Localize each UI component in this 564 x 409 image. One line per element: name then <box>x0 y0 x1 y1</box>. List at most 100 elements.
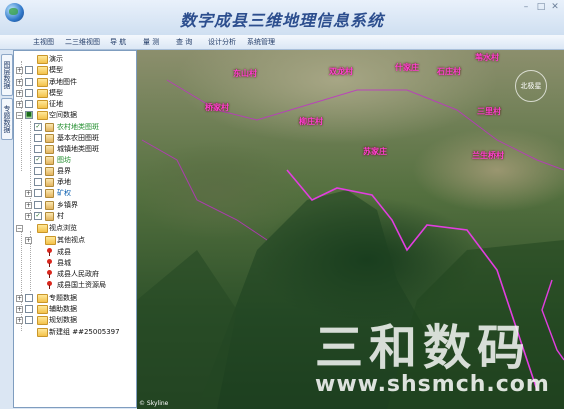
expand-icon[interactable]: + <box>16 295 23 302</box>
tree-item-label: 规划数据 <box>49 316 77 324</box>
layer-tree: 演示 + 模型 + 承地图件 + 模型 + 征地 − ■ 空间数据 ✓ 农村地类… <box>13 50 137 408</box>
layer-checkbox[interactable] <box>25 89 33 97</box>
menu-navigation[interactable]: 导 航 <box>110 37 126 47</box>
place-label: 柳庄村 <box>299 116 323 126</box>
menu-main-view[interactable]: 主视图 <box>33 37 54 47</box>
compass-label: 北极星 <box>520 82 542 90</box>
layer-checkbox[interactable]: ■ <box>25 111 33 119</box>
menu-2d3d-view[interactable]: 二三维视图 <box>65 37 100 47</box>
layer-icon <box>45 212 54 221</box>
tree-item-label: 空间数据 <box>49 111 77 119</box>
place-label: 双龙村 <box>329 66 353 76</box>
maximize-icon[interactable]: □ <box>535 2 547 12</box>
tree-item-label: 矿权 <box>57 189 71 197</box>
expand-icon[interactable]: + <box>16 317 23 324</box>
township-boundary-line <box>141 139 268 241</box>
tab-thematic-data[interactable]: 专题数据 <box>1 98 13 140</box>
viewpoint-pin-icon <box>46 281 52 289</box>
expand-icon[interactable]: + <box>16 67 23 74</box>
layer-checkbox[interactable]: ✓ <box>34 156 42 164</box>
expand-icon[interactable]: + <box>16 306 23 313</box>
expand-icon[interactable]: + <box>16 90 23 97</box>
tree-item-label: 城镇地类图斑 <box>57 145 99 153</box>
menu-bar: 主视图 二三维视图 导 航 量 测 查 询 设计分析 系统管理 <box>0 35 564 50</box>
layer-icon <box>45 134 54 143</box>
tree-item-label: 乡镇界 <box>57 201 78 209</box>
expand-icon[interactable]: + <box>25 213 32 220</box>
expand-icon[interactable]: + <box>16 101 23 108</box>
app-title: 数字成县三维地理信息系统 <box>179 11 384 30</box>
expand-icon[interactable]: + <box>25 237 32 244</box>
tree-item-label: 成县 <box>57 248 71 256</box>
layer-checkbox[interactable]: ✓ <box>34 123 42 131</box>
layer-icon <box>45 178 54 187</box>
folder-icon <box>37 305 48 314</box>
folder-icon <box>37 78 48 87</box>
tree-item-label: 新建组 ##25005397 <box>49 328 120 336</box>
map-credit: © Skyline <box>139 400 169 407</box>
place-label: 苇水村 <box>475 52 499 62</box>
folder-icon <box>37 89 48 98</box>
menu-design[interactable]: 设计分析 <box>208 37 236 47</box>
folder-icon <box>37 111 48 120</box>
tree-item-label: 承地图件 <box>49 78 77 86</box>
tree-line <box>21 231 22 331</box>
folder-icon <box>37 294 48 303</box>
folder-icon <box>37 224 48 233</box>
tree-item-label: 成县人民政府 <box>57 270 99 278</box>
tree-item-label: 其他视点 <box>57 236 85 244</box>
place-label: 石庄村 <box>437 66 461 76</box>
tree-item-label: 县城 <box>57 259 71 267</box>
layer-checkbox[interactable] <box>34 201 42 209</box>
tree-item-label: 演示 <box>49 55 63 63</box>
viewpoint-pin-icon <box>46 259 52 267</box>
layer-checkbox[interactable] <box>34 178 42 186</box>
layer-checkbox[interactable]: ✓ <box>34 212 42 220</box>
folder-icon <box>37 66 48 75</box>
side-tabs: 图层数据 专题数据 <box>0 50 13 409</box>
tree-item-label: 农村地类图斑 <box>57 123 99 131</box>
layer-checkbox[interactable] <box>25 294 33 302</box>
folder-icon <box>37 316 48 325</box>
layer-checkbox[interactable] <box>25 100 33 108</box>
layer-checkbox[interactable] <box>34 145 42 153</box>
layer-checkbox[interactable] <box>34 189 42 197</box>
menu-query[interactable]: 查 询 <box>176 37 192 47</box>
minimize-icon[interactable]: – <box>520 2 532 12</box>
tree-item-label: 模型 <box>49 89 63 97</box>
tree-item-label: 辅助数据 <box>49 305 77 313</box>
tree-item-label: 县界 <box>57 167 71 175</box>
menu-system[interactable]: 系统管理 <box>247 37 275 47</box>
layer-icon <box>45 123 54 132</box>
collapse-icon[interactable]: − <box>16 225 23 232</box>
menu-measure[interactable]: 量 测 <box>143 37 159 47</box>
layer-checkbox[interactable] <box>34 134 42 142</box>
layer-checkbox[interactable] <box>25 305 33 313</box>
expand-icon[interactable]: + <box>25 190 32 197</box>
tree-item-label: 基本农田图斑 <box>57 134 99 142</box>
close-icon[interactable]: ✕ <box>549 2 561 12</box>
tree-item-label: 专题数据 <box>49 294 77 302</box>
layer-checkbox[interactable] <box>25 316 33 324</box>
layer-icon <box>45 189 54 198</box>
layer-checkbox[interactable] <box>34 167 42 175</box>
folder-icon <box>37 55 48 64</box>
place-label: 什家庄 <box>395 62 419 72</box>
tree-item-label: 模型 <box>49 66 63 74</box>
expand-icon[interactable]: + <box>25 202 32 209</box>
tab-layer-data[interactable]: 图层数据 <box>1 54 13 96</box>
layer-checkbox[interactable] <box>25 66 33 74</box>
layer-checkbox[interactable] <box>25 78 33 86</box>
place-label: 桥家村 <box>205 102 229 112</box>
title-bar: 数字成县三维地理信息系统 – □ ✕ <box>0 0 564 36</box>
expand-icon[interactable]: + <box>16 79 23 86</box>
place-label: 苏家庄 <box>363 146 387 156</box>
layer-icon <box>45 167 54 176</box>
map-view[interactable]: 东山村 双龙村 什家庄 石庄村 苇水村 柳庄村 苏家庄 三里村 桥家村 兰生桥村… <box>137 50 564 409</box>
layer-icon <box>45 156 54 165</box>
folder-icon <box>37 100 48 109</box>
collapse-icon[interactable]: − <box>16 112 23 119</box>
compass-control[interactable]: 北极星 <box>515 70 547 102</box>
tree-item-label: 征地 <box>49 100 63 108</box>
watermark-url: www.shsmch.com <box>315 372 550 397</box>
